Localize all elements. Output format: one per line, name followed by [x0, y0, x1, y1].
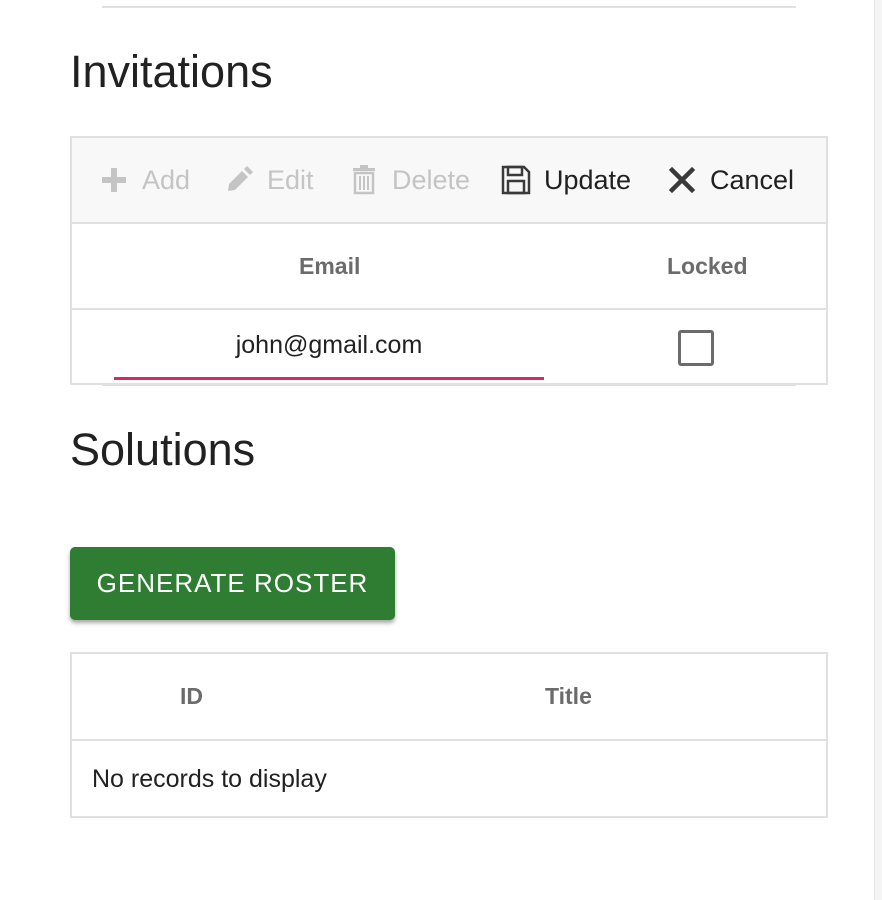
column-header-id[interactable]: ID — [180, 654, 203, 738]
empty-message: No records to display — [92, 765, 327, 793]
locked-checkbox[interactable] — [678, 330, 714, 366]
close-icon — [666, 164, 698, 196]
invitations-toolbar: Add Edit Delete Update Cancel — [72, 138, 826, 224]
edit-button-label: Edit — [267, 164, 314, 195]
trash-icon — [348, 164, 380, 196]
pencil-icon — [223, 164, 255, 196]
edit-button[interactable]: Edit — [223, 138, 314, 222]
generate-roster-button[interactable]: GENERATE ROSTER — [70, 547, 395, 620]
top-divider — [102, 6, 796, 8]
invitations-table: Add Edit Delete Update Cancel Email Lock… — [70, 136, 828, 385]
scrollbar-track[interactable] — [874, 0, 882, 900]
delete-button-label: Delete — [392, 164, 471, 195]
invitations-divider — [102, 383, 796, 386]
save-icon — [500, 164, 532, 196]
invitations-heading: Invitations — [70, 46, 273, 97]
column-header-title[interactable]: Title — [545, 654, 592, 738]
cancel-button-label: Cancel — [710, 164, 795, 195]
column-header-email[interactable]: Email — [299, 224, 360, 308]
add-button[interactable]: Add — [98, 138, 190, 222]
email-field[interactable] — [114, 322, 544, 380]
update-button-label: Update — [544, 164, 632, 195]
cancel-button[interactable]: Cancel — [666, 138, 794, 222]
solutions-header-row: ID Title — [72, 654, 826, 741]
delete-button[interactable]: Delete — [348, 138, 470, 222]
solutions-table: ID Title No records to display — [70, 652, 828, 818]
update-button[interactable]: Update — [500, 138, 631, 222]
table-row-editing — [72, 310, 826, 383]
column-header-locked[interactable]: Locked — [667, 224, 748, 308]
plus-icon — [98, 164, 130, 196]
solutions-heading: Solutions — [70, 424, 256, 475]
add-button-label: Add — [142, 164, 191, 195]
invitations-header-row: Email Locked — [72, 224, 826, 310]
